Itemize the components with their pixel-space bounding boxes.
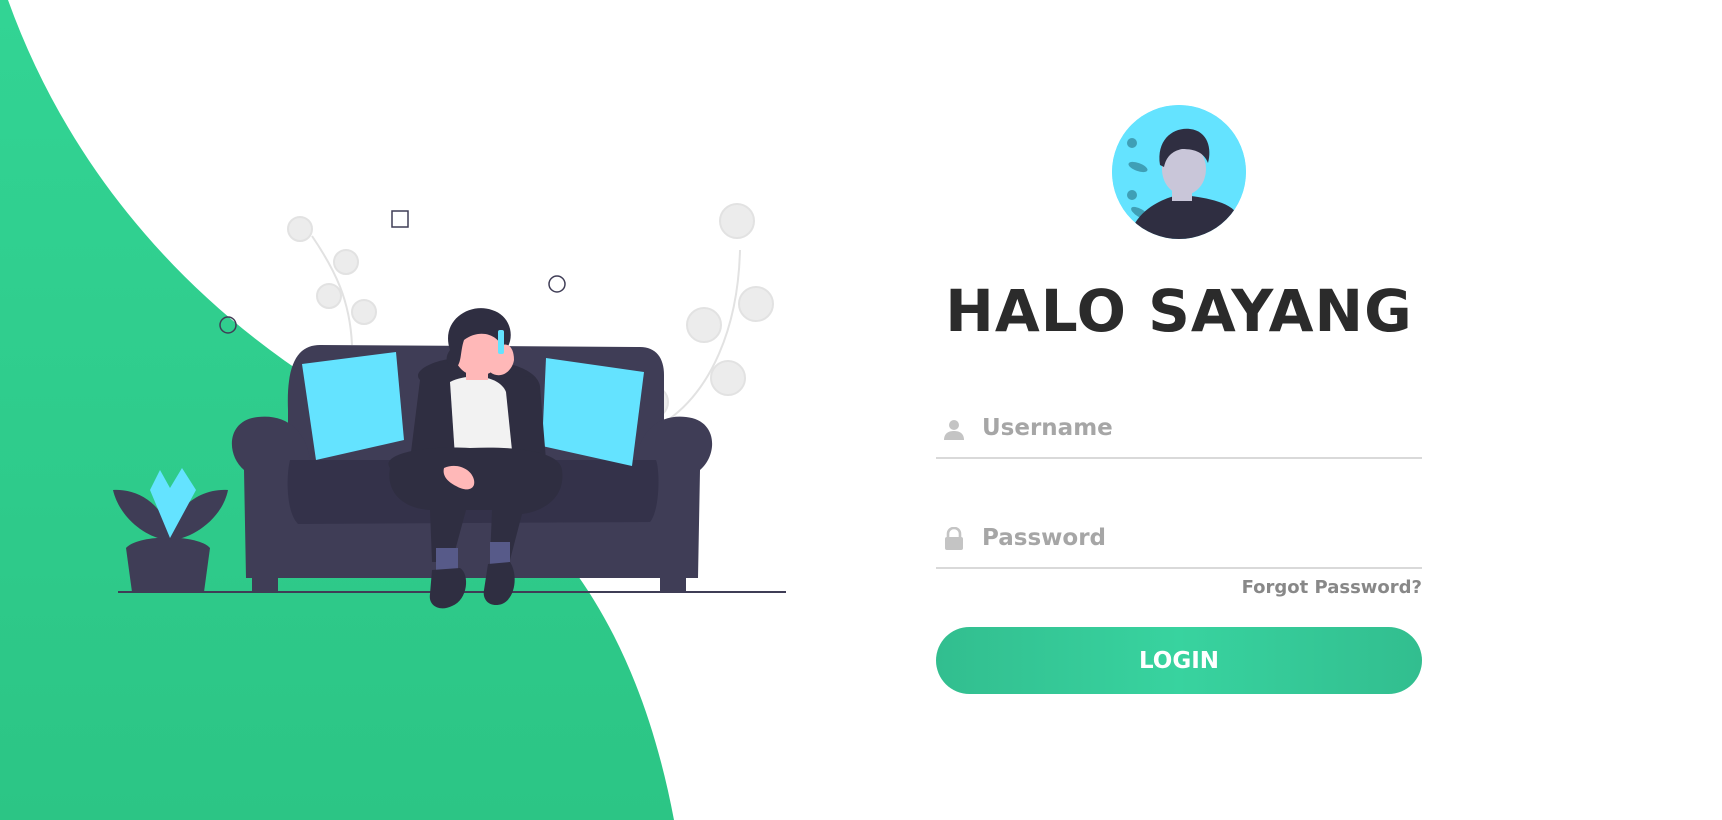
potted-plant: [113, 468, 228, 592]
square-shape: [391, 210, 409, 228]
user-avatar-icon: [1112, 105, 1246, 239]
faint-plant-left: [287, 216, 377, 346]
page-title: HALO SAYANG: [945, 277, 1413, 345]
login-form: HALO SAYANG Forgot Password? LOGIN: [936, 105, 1422, 705]
circle-shape: [548, 275, 566, 293]
avatar-graphic: [1112, 105, 1246, 239]
circle-shape: [219, 316, 237, 334]
username-input[interactable]: [982, 409, 1412, 447]
user-icon: [944, 420, 964, 440]
person-on-sofa-illustration: [113, 203, 786, 609]
login-button[interactable]: LOGIN: [936, 627, 1422, 694]
username-field: [936, 403, 1422, 459]
password-field: [936, 513, 1422, 569]
forgot-password-link[interactable]: Forgot Password?: [1242, 577, 1422, 598]
login-page: HALO SAYANG Forgot Password? LOGIN: [0, 0, 1722, 820]
password-input[interactable]: [982, 519, 1412, 557]
lock-icon: [945, 527, 963, 550]
